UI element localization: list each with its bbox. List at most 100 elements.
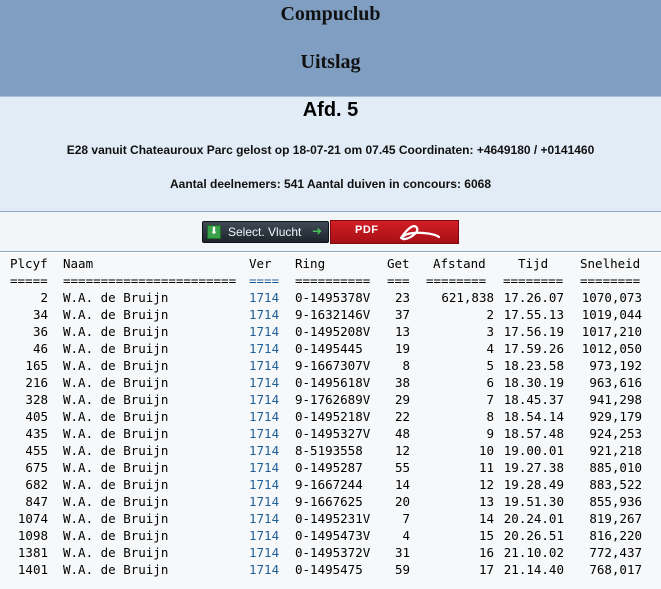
cell-ring: 0-1495378V [295, 290, 371, 305]
cell-naam: W.A. de Bruijn [63, 290, 169, 305]
cell-plcyf: 455 [25, 443, 48, 458]
cell-tijd: 19.28.49 [503, 477, 564, 492]
table-row: 1098 W.A. de Bruijn 1714 0-1495473V 4 15 20.26… [0, 528, 661, 545]
cell-vereniging[interactable]: 1714 [249, 460, 279, 475]
cell-naam: W.A. de Bruijn [63, 477, 169, 492]
cell-ring: 9-1667307V [295, 358, 371, 373]
cell-vereniging[interactable]: 1714 [249, 341, 279, 356]
cell-plcyf: 328 [25, 392, 48, 407]
cell-tijd: 17.26.07 [503, 290, 564, 305]
cell-afstand: 11 [478, 460, 494, 475]
cell-get: 13 [394, 324, 410, 339]
header-ring: Ring [295, 256, 326, 271]
cell-vereniging[interactable]: 1714 [249, 443, 279, 458]
header-naam: Naam [63, 256, 94, 271]
cell-ring: 0-1495208V [295, 324, 371, 339]
table-row: 675 W.A. de Bruijn 1714 0-1495287 55 11 19.27.… [0, 460, 661, 477]
cell-get: 55 [394, 460, 410, 475]
table-row: 165 W.A. de Bruijn 1714 9-1667307V 8 5 18.23.5… [0, 358, 661, 375]
cell-afstand: 2 [486, 307, 494, 322]
cell-tijd: 17.55.13 [503, 307, 564, 322]
cell-vereniging[interactable]: 1714 [249, 307, 279, 322]
separator: ======== [503, 273, 564, 288]
cell-vereniging[interactable]: 1714 [249, 290, 279, 305]
separator: ======== [580, 273, 641, 288]
cell-snelheid: 973,192 [589, 358, 642, 373]
pdf-label: PDF [355, 224, 379, 236]
cell-vereniging[interactable]: 1714 [249, 511, 279, 526]
cell-naam: W.A. de Bruijn [63, 443, 169, 458]
cell-plcyf: 46 [32, 341, 48, 356]
cell-vereniging[interactable]: 1714 [249, 528, 279, 543]
cell-snelheid: 768,017 [589, 562, 642, 577]
cell-naam: W.A. de Bruijn [63, 426, 169, 441]
table-row: 34 W.A. de Bruijn 1714 9-1632146V 37 2 17.55.1… [0, 307, 661, 324]
cell-get: 29 [394, 392, 410, 407]
cell-snelheid: 855,936 [589, 494, 642, 509]
cell-afstand: 5 [486, 358, 494, 373]
cell-vereniging[interactable]: 1714 [249, 477, 279, 492]
cell-ring: 0-1495372V [295, 545, 371, 560]
cell-vereniging[interactable]: 1714 [249, 324, 279, 339]
cell-vereniging[interactable]: 1714 [249, 409, 279, 424]
cell-vereniging[interactable]: 1714 [249, 426, 279, 441]
cell-vereniging[interactable]: 1714 [249, 392, 279, 407]
header-afstand: Afstand [433, 256, 486, 271]
cell-afstand: 17 [478, 562, 494, 577]
separator: ======== [426, 273, 487, 288]
cell-plcyf: 675 [25, 460, 48, 475]
cell-afstand: 16 [478, 545, 494, 560]
cell-tijd: 17.56.19 [503, 324, 564, 339]
cell-vereniging[interactable]: 1714 [249, 375, 279, 390]
acrobat-logo-icon [399, 225, 441, 241]
cell-plcyf: 435 [25, 426, 48, 441]
download-arrow-icon: ⬇ [207, 225, 221, 239]
results-table: Plcyf Naam Ver Ring Get Afstand Tijd Sne… [0, 253, 661, 589]
cell-ring: 0-1495473V [295, 528, 371, 543]
cell-tijd: 21.14.40 [503, 562, 564, 577]
cell-vereniging[interactable]: 1714 [249, 562, 279, 577]
cell-naam: W.A. de Bruijn [63, 375, 169, 390]
cell-ring: 9-1667625 [295, 494, 363, 509]
table-row: 405 W.A. de Bruijn 1714 0-1495218V 22 8 18.54.… [0, 409, 661, 426]
cell-ring: 9-1762689V [295, 392, 371, 407]
cell-tijd: 20.24.01 [503, 511, 564, 526]
cell-naam: W.A. de Bruijn [63, 528, 169, 543]
table-row: 455 W.A. de Bruijn 1714 8-5193558 12 10 19.00.… [0, 443, 661, 460]
select-flight-button[interactable]: ⬇ Select. Vlucht ➜ [202, 221, 329, 243]
header-get: Get [387, 256, 410, 271]
cell-ring: 9-1667244 [295, 477, 363, 492]
cell-get: 19 [394, 341, 410, 356]
table-separator-row: ===== ======================= ==== =====… [0, 273, 661, 290]
table-row: 36 W.A. de Bruijn 1714 0-1495208V 13 3 17.56.1… [0, 324, 661, 341]
cell-plcyf: 847 [25, 494, 48, 509]
cell-tijd: 18.54.14 [503, 409, 564, 424]
flight-details: E28 vanuit Chateauroux Parc gelost op 18… [66, 143, 595, 157]
cell-vereniging[interactable]: 1714 [249, 545, 279, 560]
table-row: 682 W.A. de Bruijn 1714 9-1667244 14 12 19.28.… [0, 477, 661, 494]
cell-get: 14 [394, 477, 410, 492]
pdf-button[interactable]: PDF [330, 220, 459, 244]
header-banner: Compuclub Uitslag [0, 0, 661, 96]
cell-plcyf: 1381 [17, 545, 48, 560]
cell-afstand: 7 [486, 392, 494, 407]
page: Compuclub Uitslag Afd. 5 E28 vanuit Chat… [0, 0, 661, 589]
cell-plcyf: 1074 [17, 511, 48, 526]
cell-snelheid: 941,298 [589, 392, 642, 407]
table-row: 328 W.A. de Bruijn 1714 9-1762689V 29 7 18.45.… [0, 392, 661, 409]
cell-get: 31 [394, 545, 410, 560]
cell-afstand: 8 [486, 409, 494, 424]
cell-afstand: 15 [478, 528, 494, 543]
select-flight-label: Select. Vlucht [228, 225, 302, 239]
separator: ==== [249, 273, 280, 288]
cell-get: 7 [402, 511, 410, 526]
cell-plcyf: 36 [32, 324, 48, 339]
separator: ===== [10, 273, 48, 288]
cell-naam: W.A. de Bruijn [63, 324, 169, 339]
cell-vereniging[interactable]: 1714 [249, 494, 279, 509]
separator: ======================= [63, 273, 237, 288]
table-row: 216 W.A. de Bruijn 1714 0-1495618V 38 6 18.30.… [0, 375, 661, 392]
cell-vereniging[interactable]: 1714 [249, 358, 279, 373]
cell-afstand: 3 [486, 324, 494, 339]
cell-get: 20 [394, 494, 410, 509]
